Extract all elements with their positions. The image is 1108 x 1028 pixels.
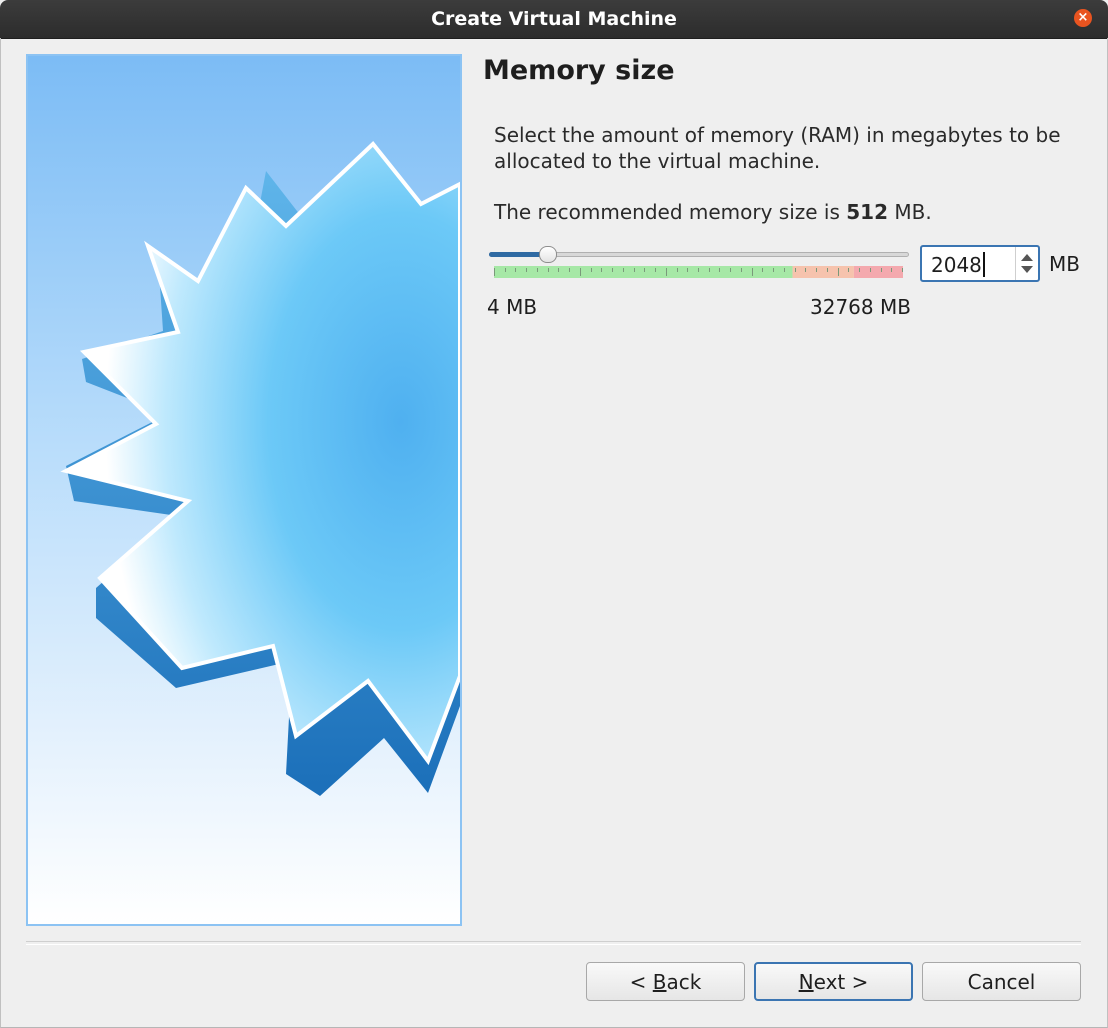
back-prefix: < [629,970,653,994]
recommend-prefix: The recommended memory size is [494,200,847,224]
recommended-memory-text: The recommended memory size is 512 MB. [494,200,932,224]
wizard-star-image [26,54,462,926]
close-icon[interactable]: × [1074,9,1092,27]
slider-thumb[interactable] [539,246,557,263]
slider-fill [489,252,543,257]
spin-down-icon[interactable] [1021,266,1033,273]
window-title: Create Virtual Machine [431,8,677,30]
page-description: Select the amount of memory (RAM) in meg… [494,123,1061,173]
next-button[interactable]: Next > [754,962,913,1001]
back-button[interactable]: < Back [586,962,745,1001]
next-mnemonic: N [798,970,814,994]
back-mnemonic: B [652,970,667,994]
memory-unit-label: MB [1049,252,1080,276]
memory-size-input[interactable]: 2048 [931,253,982,277]
memory-slider[interactable] [487,244,913,284]
warn-zone [792,266,854,278]
spin-up-icon[interactable] [1021,254,1033,261]
text-caret [983,252,985,277]
recommended-memory-value: 512 [846,200,889,224]
button-separator [26,941,1081,945]
next-rest: ext > [813,970,869,994]
cancel-button[interactable]: Cancel [922,962,1081,1001]
slider-max-label: 32768 MB [810,295,911,319]
danger-zone [853,266,903,278]
slider-min-label: 4 MB [487,295,538,319]
create-vm-dialog: Create Virtual Machine × Memory size Sel… [0,0,1108,1028]
safe-zone [494,266,793,278]
slider-zone-bar [494,266,903,278]
spin-arrows[interactable] [1015,247,1038,280]
memory-size-spinbox[interactable]: 2048 [920,245,1040,282]
back-rest: ack [666,970,702,994]
recommend-suffix: MB. [888,200,932,224]
title-bar: Create Virtual Machine × [0,0,1108,39]
page-title: Memory size [483,55,675,86]
